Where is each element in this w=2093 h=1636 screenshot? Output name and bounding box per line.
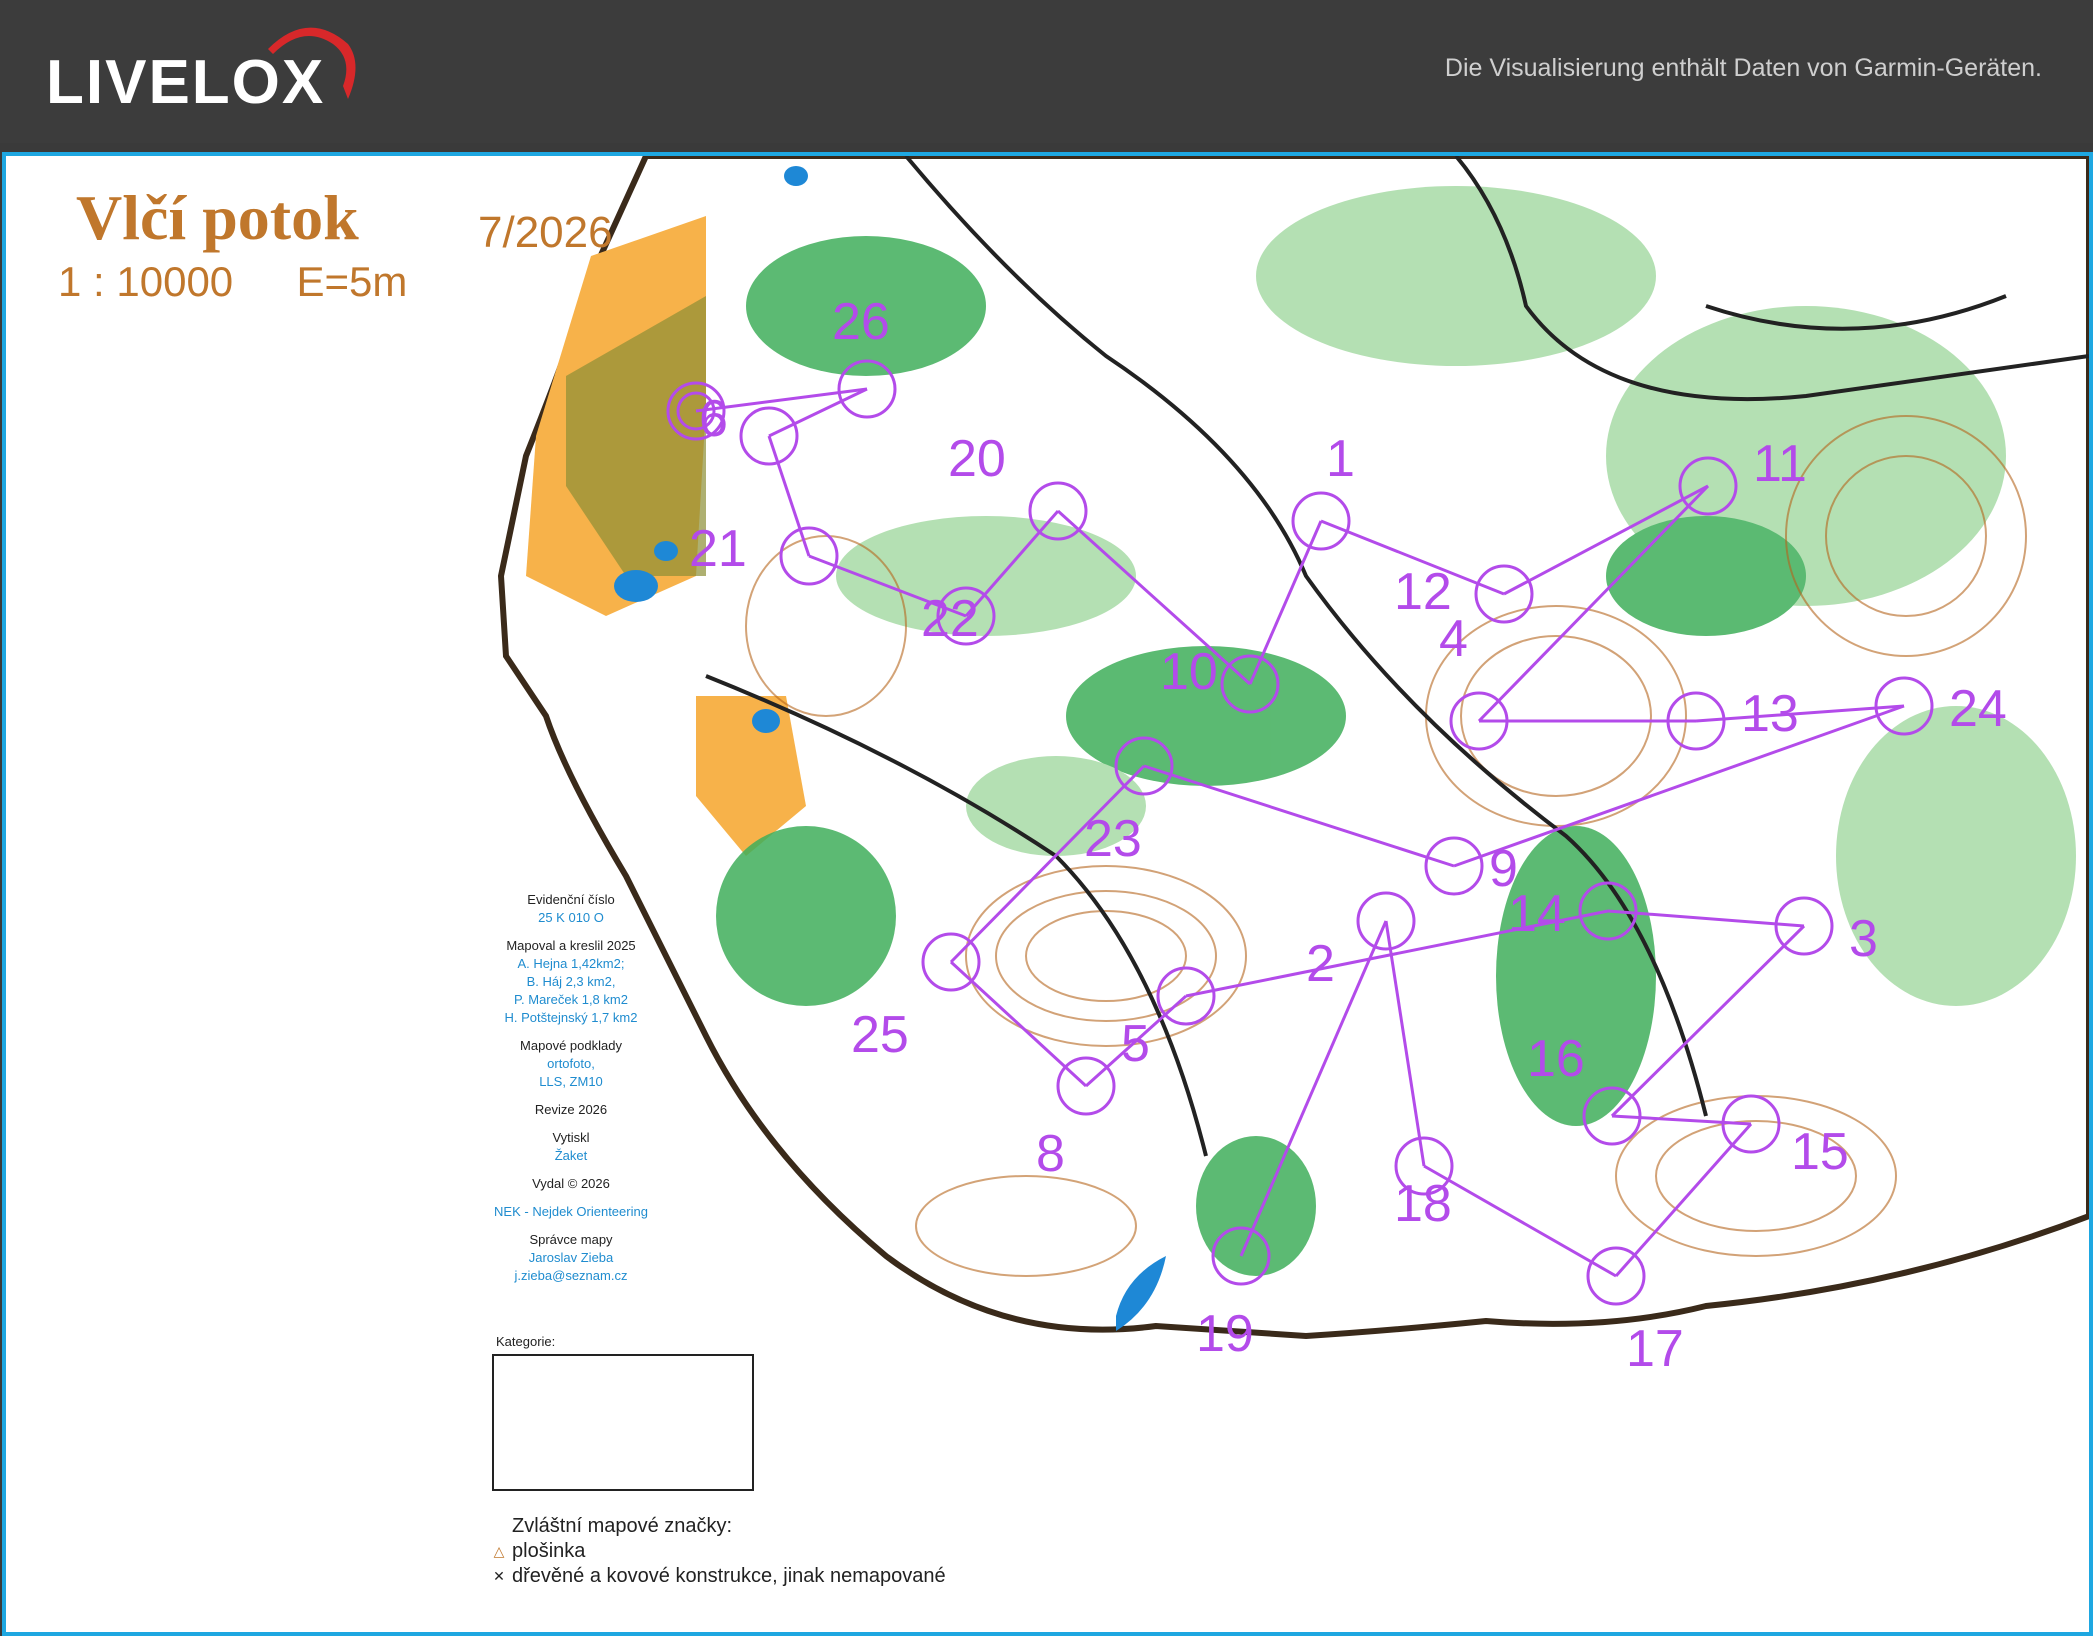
logo-swoosh-icon	[268, 27, 356, 99]
legend-item-label: plošinka	[512, 1540, 586, 1562]
orienteering-map[interactable]: 12 34568910111213141516171819202122232425…	[6, 156, 2089, 1632]
map-viewport[interactable]: 1 2 3 4 5 6 8 9 10 11 12 13 14 15 16 17 18 19 20 21 22 23 24 25…	[2, 152, 2093, 1636]
control-label: 15	[1791, 1123, 1849, 1181]
info-value: j.zieba@seznam.cz	[514, 1268, 628, 1283]
info-key: Evidenční číslo	[527, 892, 615, 907]
legend-item: ✕ dřevěné a kovové konstrukce, jinak nem…	[486, 1564, 946, 1589]
control-label: 26	[832, 293, 890, 351]
info-key: Revize 2026	[534, 1102, 608, 1117]
control-label: 10	[1160, 643, 1218, 701]
contour-interval: E=5m	[296, 258, 408, 305]
info-value: 25 K 010 O	[538, 910, 604, 925]
cross-icon: ✕	[493, 1568, 505, 1584]
control-label: 11	[1753, 435, 1807, 493]
info-value: A. Hejna 1,42km2;	[517, 956, 625, 971]
category-box	[492, 1354, 754, 1491]
control-label: 20	[948, 430, 1006, 488]
info-value: NEK - Nejdek Orienteering	[494, 1204, 648, 1219]
map-scale: 1 : 10000 E=5m	[58, 258, 407, 306]
control-label: 17	[1626, 1320, 1684, 1378]
control-label: 25	[851, 1006, 909, 1064]
info-key: Vydal © 2026	[532, 1176, 610, 1191]
info-key: Mapoval a kreslil 2025	[506, 938, 636, 953]
map-title: Vlčí potok	[76, 182, 359, 253]
info-value: Jaroslav Zieba	[528, 1250, 614, 1265]
control-label: 6	[699, 390, 728, 448]
control-label: 14	[1508, 885, 1566, 943]
info-value: Žaket	[554, 1148, 588, 1163]
info-value: LLS, ZM10	[539, 1074, 603, 1089]
triangle-icon: △	[493, 1543, 505, 1559]
control-label: 16	[1527, 1030, 1585, 1088]
legend-item-label: dřevěné a kovové konstrukce, jinak nemap…	[512, 1565, 946, 1587]
control-label: 23	[1084, 810, 1142, 868]
legend-item: △ plošinka	[486, 1539, 946, 1564]
control-label: 5	[1121, 1015, 1150, 1073]
control-label: 13	[1741, 685, 1799, 743]
legend-title: Zvláštní mapové značky:	[512, 1515, 733, 1537]
control-label: 1	[1326, 430, 1355, 488]
garmin-data-note: Die Visualisierung enthält Daten von Gar…	[1444, 54, 2042, 82]
category-label: Kategorie:	[496, 1334, 556, 1349]
control-label: 2	[1306, 935, 1335, 993]
top-bar: LIVELOX Die Visualisierung enthält Daten…	[0, 0, 2093, 143]
info-value: H. Potštejnský 1,7 km2	[504, 1010, 638, 1025]
info-value: P. Mareček 1,8 km2	[514, 992, 628, 1007]
control-label: 18	[1394, 1175, 1452, 1233]
control-label: 21	[689, 520, 747, 578]
scale-value: 1 : 10000	[58, 258, 234, 305]
info-key: Správce mapy	[529, 1232, 613, 1247]
control-label: 8	[1036, 1125, 1065, 1183]
control-label: 3	[1849, 910, 1878, 968]
special-symbols-legend: Zvláštní mapové značky: △ plošinka ✕ dře…	[486, 1514, 946, 1589]
info-key: Mapové podklady	[520, 1038, 622, 1053]
control-label: 19	[1196, 1305, 1254, 1363]
control-label: 24	[1949, 680, 2007, 738]
map-date: 7/2026	[478, 208, 613, 257]
info-key: Vytiskl	[552, 1130, 590, 1145]
map-info-block: Evidenční číslo 25 K 010 O Mapoval a kresl…	[476, 881, 666, 1285]
control-label: 12	[1394, 563, 1452, 621]
info-value: B. Háj 2,3 km2,	[526, 974, 616, 989]
control-label: 22	[921, 590, 979, 648]
info-value: ortofoto,	[547, 1056, 595, 1071]
